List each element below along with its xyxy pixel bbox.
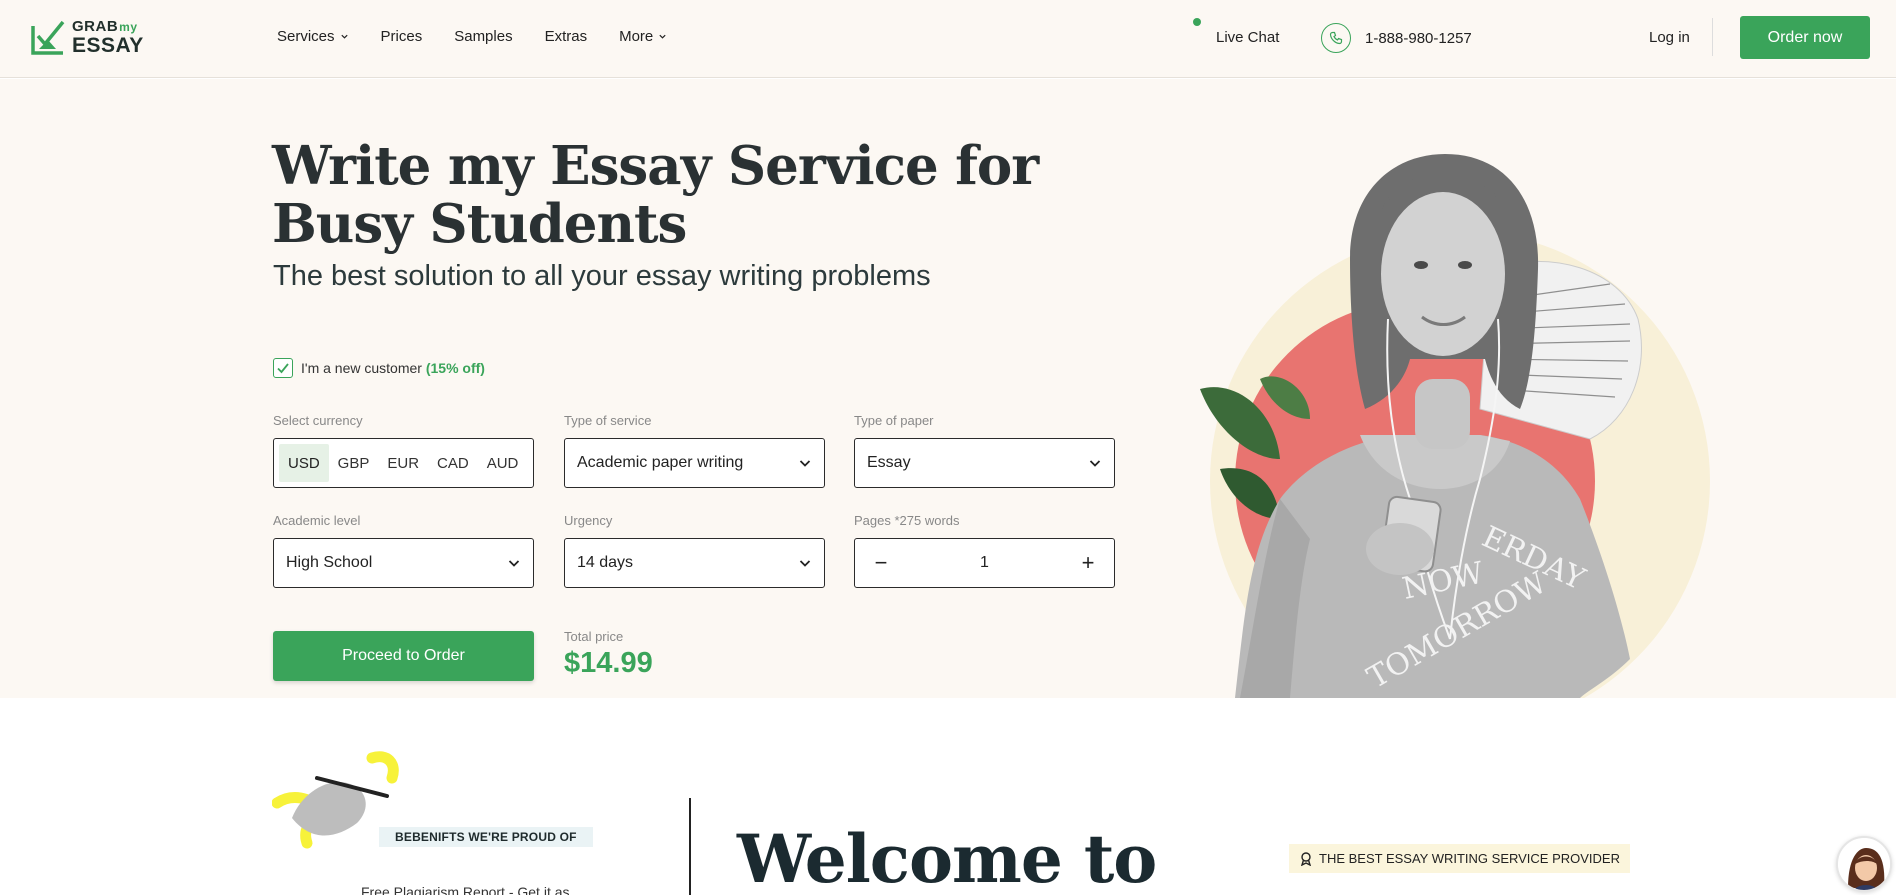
- login-link[interactable]: Log in: [1649, 29, 1690, 46]
- benefits-section: BEBENIFTS WE'RE PROUD OF Free Plagiarism…: [0, 698, 1896, 895]
- pages-label: Pages *275 words: [854, 513, 960, 528]
- nav-prices[interactable]: Prices: [381, 28, 423, 45]
- logo-icon: [31, 20, 65, 55]
- academic-level-label: Academic level: [273, 513, 361, 528]
- service-type-value: Academic paper writing: [577, 454, 744, 471]
- phone-number: 1-888-980-1257: [1365, 29, 1472, 47]
- divider: [689, 798, 691, 895]
- divider: [1712, 18, 1713, 56]
- currency-option-eur[interactable]: EUR: [378, 444, 428, 482]
- urgency-select[interactable]: 14 days: [564, 538, 825, 588]
- service-type-select[interactable]: Academic paper writing: [564, 438, 825, 488]
- academic-level-select[interactable]: High School: [273, 538, 534, 588]
- currency-option-cad[interactable]: CAD: [428, 444, 478, 482]
- support-chat-avatar[interactable]: [1836, 836, 1892, 892]
- urgency-label: Urgency: [564, 513, 613, 528]
- chevron-down-icon: [799, 460, 811, 467]
- currency-option-usd[interactable]: USD: [279, 444, 329, 482]
- increment-button[interactable]: +: [1080, 550, 1096, 576]
- hero-subtitle: The best solution to all your essay writ…: [273, 260, 931, 292]
- urgency-value: 14 days: [577, 554, 634, 571]
- best-service-badge: THE BEST ESSAY WRITING SERVICE PROVIDER: [1289, 844, 1630, 873]
- new-customer-label: I'm a new customer (15% off): [301, 360, 485, 376]
- academic-level-value: High School: [286, 554, 373, 571]
- logo-text: GRABmy ESSAY: [72, 17, 144, 57]
- site-header: GRABmy ESSAY Services Prices Samples Ext…: [0, 0, 1896, 78]
- chevron-down-icon: [799, 560, 811, 567]
- pages-value[interactable]: 1: [980, 554, 989, 572]
- nav-extras[interactable]: Extras: [545, 28, 588, 45]
- main-nav: Services Prices Samples Extras More: [277, 28, 699, 45]
- service-type-label: Type of service: [564, 413, 652, 428]
- total-price-label: Total price: [564, 629, 624, 644]
- pages-stepper: − 1 +: [854, 538, 1115, 588]
- chevron-down-icon: [659, 34, 666, 39]
- checkmark-icon: [277, 363, 289, 374]
- currency-selector: USD GBP EUR CAD AUD: [273, 438, 534, 488]
- online-status-dot: [1193, 18, 1201, 26]
- chevron-down-icon: [1089, 460, 1101, 467]
- live-chat-link[interactable]: Live Chat: [1193, 18, 1279, 46]
- order-now-button[interactable]: Order now: [1740, 16, 1870, 59]
- paper-type-select[interactable]: Essay: [854, 438, 1115, 488]
- currency-option-aud[interactable]: AUD: [478, 444, 528, 482]
- benefit-item: Free Plagiarism Report - Get it as: [361, 884, 570, 895]
- proceed-to-order-button[interactable]: Proceed to Order: [273, 631, 534, 681]
- support-agent-avatar-icon: [1838, 838, 1890, 890]
- phone-link[interactable]: 1-888-980-1257: [1321, 23, 1472, 53]
- phone-icon: [1321, 23, 1351, 53]
- chevron-down-icon: [508, 560, 520, 567]
- hero-student-image: ERDAY NOW TOMORROW: [1200, 154, 1710, 698]
- paper-type-value: Essay: [867, 454, 911, 471]
- page-title: Write my Essay Service for Busy Students: [272, 135, 1039, 255]
- nav-samples[interactable]: Samples: [454, 28, 512, 45]
- currency-label: Select currency: [273, 413, 363, 428]
- paper-type-label: Type of paper: [854, 413, 934, 428]
- hero-section: Write my Essay Service for Busy Students…: [0, 79, 1896, 698]
- decrement-button[interactable]: −: [873, 550, 889, 576]
- award-ribbon-icon: [1300, 851, 1312, 866]
- total-price-value: $14.99: [564, 647, 653, 679]
- welcome-heading: Welcome to: [737, 820, 1157, 895]
- nav-services[interactable]: Services: [277, 28, 349, 45]
- checkbox[interactable]: [273, 358, 293, 378]
- chevron-down-icon: [340, 34, 348, 39]
- new-customer-checkbox[interactable]: I'm a new customer (15% off): [273, 358, 485, 378]
- currency-option-gbp[interactable]: GBP: [329, 444, 379, 482]
- nav-more[interactable]: More: [619, 28, 667, 45]
- benefits-badge: BEBENIFTS WE'RE PROUD OF: [379, 827, 593, 847]
- logo[interactable]: GRABmy ESSAY: [30, 18, 144, 56]
